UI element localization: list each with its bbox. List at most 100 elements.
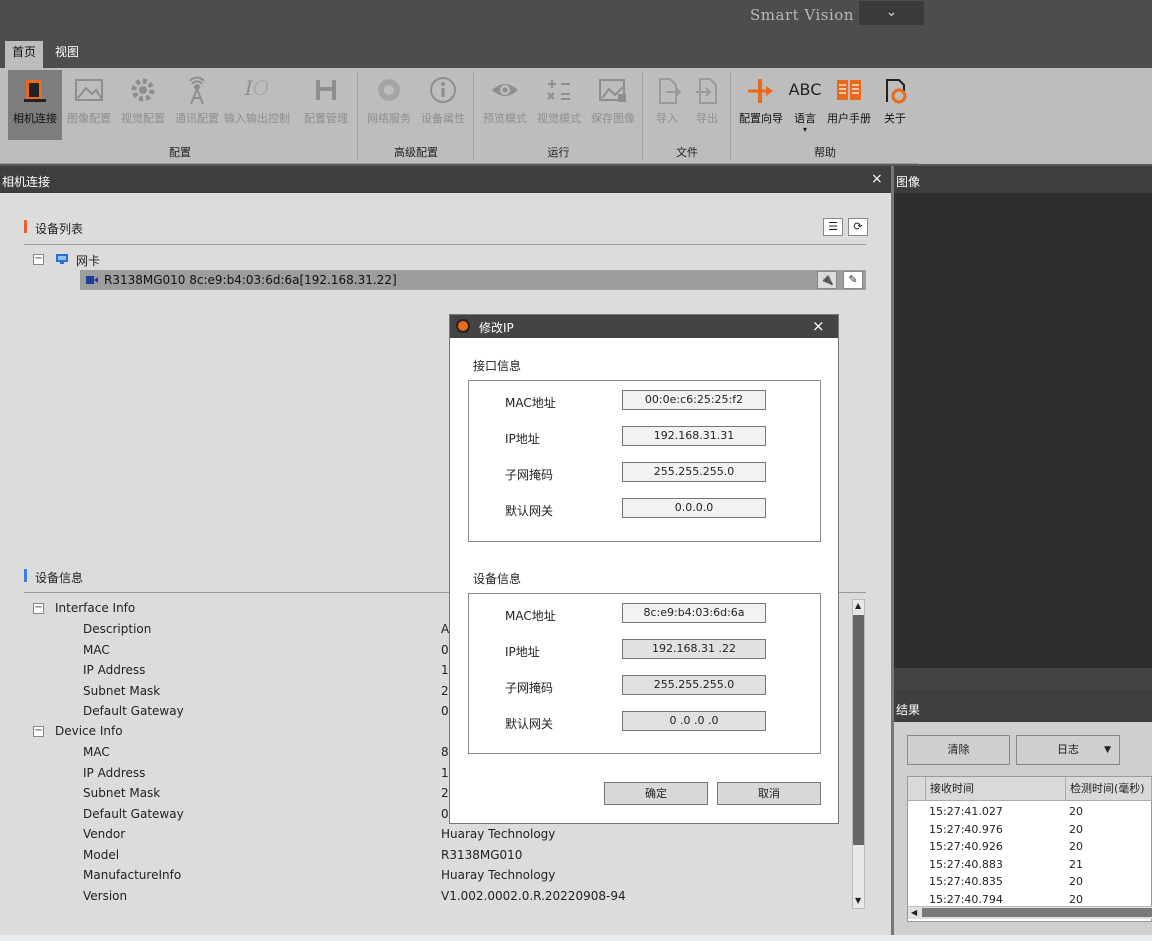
- close-icon[interactable]: ×: [812, 317, 825, 335]
- clear-button[interactable]: 清除: [907, 735, 1010, 765]
- connect-icon[interactable]: 🔌: [817, 271, 837, 289]
- field-label-gateway: 默认网关: [505, 504, 554, 518]
- save-icon: [299, 70, 353, 110]
- edit-icon[interactable]: ✎: [843, 271, 863, 289]
- title-dropdown-button[interactable]: ⌄: [859, 1, 924, 25]
- ribbon-group-config: 配置: [169, 146, 191, 159]
- scroll-left-icon[interactable]: ◀: [911, 906, 917, 919]
- image-icon: [62, 70, 116, 110]
- config-manage-button[interactable]: 配置管理: [299, 70, 353, 140]
- export-button[interactable]: 导出: [680, 70, 734, 140]
- field-label-ip: IP地址: [505, 432, 540, 446]
- save-image-button[interactable]: 保存图像: [586, 70, 640, 140]
- info-label: MAC: [83, 745, 110, 759]
- field-label-mask: 子网掩码: [505, 681, 554, 695]
- info-label: Description: [83, 622, 152, 636]
- info-label: Vendor: [83, 827, 126, 841]
- image-config-button[interactable]: 图像配置: [62, 70, 116, 140]
- image-panel-footer: [894, 668, 1152, 690]
- info-label: Default Gateway: [83, 806, 184, 821]
- collapse-icon[interactable]: −: [33, 603, 44, 614]
- ribbon-group-run: 运行: [547, 146, 570, 159]
- info-label: Subnet Mask: [83, 683, 161, 698]
- scrollbar-thumb[interactable]: [853, 615, 864, 845]
- column-header[interactable]: 接收时间: [926, 777, 1066, 801]
- field-label-mask: 子网掩码: [505, 468, 554, 482]
- result-ms: 21: [1069, 857, 1083, 871]
- scrollbar-thumb[interactable]: [922, 908, 1152, 917]
- ribbon-empty-area: [918, 68, 1152, 164]
- info-value: A: [441, 622, 450, 636]
- info-label: Model: [83, 847, 120, 862]
- nic-label: 网卡: [76, 254, 101, 268]
- tab-home[interactable]: 首页: [5, 41, 44, 68]
- collapse-icon[interactable]: −: [33, 254, 44, 265]
- field-label-ip: IP地址: [505, 645, 540, 659]
- device-ip-field[interactable]: 192.168.31 .22: [622, 639, 766, 659]
- calc-icon: [532, 70, 586, 110]
- interface-mac-field: 00:0e:c6:25:25:f2: [622, 390, 766, 410]
- results-panel-header: 结果: [894, 690, 1152, 722]
- app-logo-icon: [456, 319, 470, 333]
- ribbon-group-help: 帮助: [814, 146, 836, 159]
- result-time: 15:27:40.976: [929, 822, 1003, 836]
- device-gateway-field[interactable]: 0 .0 .0 .0: [622, 711, 766, 731]
- info-label: Default Gateway: [83, 704, 184, 718]
- status-strip: [0, 935, 1152, 941]
- column-header[interactable]: 检测时间(毫秒): [1066, 777, 1152, 801]
- info-value: V1.002.0002.0.R.20220908-94: [441, 888, 626, 903]
- image-display: [894, 193, 1152, 668]
- result-time: 15:27:40.883: [929, 857, 1003, 871]
- menu-bar: [0, 38, 1152, 68]
- export-icon: [680, 70, 734, 110]
- cancel-button[interactable]: 取消: [717, 782, 821, 805]
- image-panel-title: 图像: [896, 175, 921, 189]
- vision-mode-button[interactable]: 视觉模式: [532, 70, 586, 140]
- vision-config-button[interactable]: 视觉配置: [116, 70, 170, 140]
- interface-info-group: Interface Info: [55, 601, 136, 615]
- camera-icon: [85, 274, 99, 289]
- interface-gateway-field: 0.0.0.0: [622, 498, 766, 518]
- about-button[interactable]: 关于: [868, 70, 922, 140]
- row-header-corner: [908, 777, 926, 801]
- refresh-icon[interactable]: ⟳: [848, 218, 868, 236]
- ok-button[interactable]: 确定: [604, 782, 708, 805]
- log-dropdown[interactable]: 日志 ▼: [1016, 735, 1120, 765]
- scroll-up-icon[interactable]: ▲: [855, 601, 861, 610]
- io-icon: IO: [244, 76, 270, 100]
- result-ms: 20: [1069, 805, 1083, 818]
- image-panel-header: 图像: [894, 166, 1152, 193]
- section-marker: [24, 220, 27, 233]
- dialog-titlebar: 修改IP ×: [450, 315, 838, 338]
- close-icon[interactable]: ×: [871, 171, 883, 187]
- device-mask-field[interactable]: 255.255.255.0: [622, 675, 766, 695]
- list-view-icon[interactable]: ☰: [823, 218, 843, 236]
- collapse-icon[interactable]: −: [33, 726, 44, 737]
- scroll-down-icon[interactable]: ▼: [855, 896, 861, 905]
- divider: [24, 244, 866, 245]
- comm-config-button[interactable]: 通讯配置: [170, 70, 224, 140]
- device-mac-field[interactable]: 8c:e9:b4:03:6d:6a: [622, 603, 766, 623]
- info-icon: [416, 70, 470, 110]
- antenna-icon: [170, 70, 224, 110]
- result-ms: 20: [1069, 822, 1083, 836]
- about-icon: [868, 70, 922, 110]
- result-ms: 20: [1069, 875, 1083, 889]
- result-time: 15:27:40.926: [929, 840, 1003, 854]
- camera-connect-button[interactable]: 相机连接: [8, 70, 62, 140]
- device-list-title: 设备列表: [35, 222, 84, 236]
- ribbon-group-file: 文件: [676, 146, 698, 159]
- preview-mode-button[interactable]: 预览模式: [478, 70, 532, 140]
- network-service-button[interactable]: 网络服务: [362, 70, 416, 140]
- result-time: 15:27:40.835: [929, 875, 1003, 889]
- device-info-group: Device Info: [55, 724, 123, 738]
- device-info-title: 设备信息: [35, 571, 84, 585]
- results-title: 结果: [896, 703, 921, 717]
- io-control-button[interactable]: IO 输入输出控制: [224, 70, 290, 140]
- save-image-icon: [586, 70, 640, 110]
- dialog-title: 修改IP: [479, 321, 514, 335]
- title-bar: [0, 0, 1152, 38]
- tab-view[interactable]: 视图: [48, 41, 86, 68]
- device-property-button[interactable]: 设备属性: [416, 70, 470, 140]
- info-label: Version: [83, 888, 128, 903]
